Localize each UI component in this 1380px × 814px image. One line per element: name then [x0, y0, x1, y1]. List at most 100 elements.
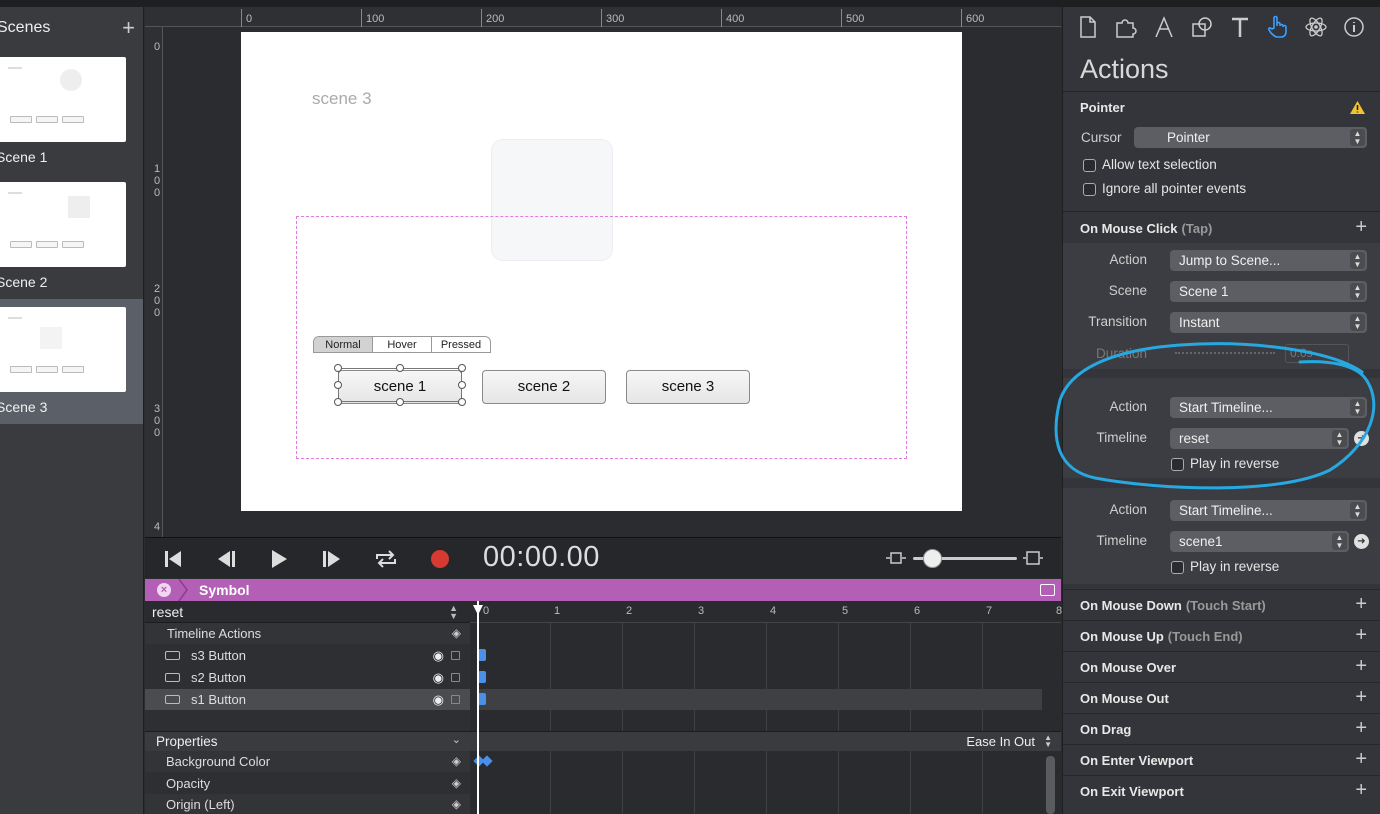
state-tab-normal[interactable]: Normal [314, 337, 373, 352]
duration-slider[interactable] [1175, 352, 1275, 354]
scene-list-item[interactable]: Scene 3 [0, 299, 143, 424]
add-event-button[interactable]: + [1355, 686, 1367, 709]
resize-handle[interactable] [458, 364, 466, 372]
close-symbol-button[interactable]: × [157, 583, 171, 597]
add-event-button[interactable]: + [1355, 624, 1367, 647]
event-row-mouse-up[interactable]: On Mouse Up (Touch End) + [1063, 620, 1380, 651]
resize-handle[interactable] [458, 381, 466, 389]
event-row-enter-viewport[interactable]: On Enter Viewport + [1063, 744, 1380, 775]
chevron-down-icon[interactable]: ⌄ [452, 733, 461, 746]
go-to-timeline-icon[interactable]: ➜ [1354, 534, 1369, 549]
resize-handle[interactable] [396, 364, 404, 372]
shapes-icon[interactable] [1183, 10, 1221, 44]
allow-text-checkbox[interactable] [1083, 159, 1096, 172]
info-icon[interactable] [1335, 10, 1373, 44]
add-keyframe-icon[interactable]: ◈ [452, 773, 461, 794]
resize-handle[interactable] [334, 381, 342, 389]
event-row-mouse-over[interactable]: On Mouse Over + [1063, 651, 1380, 682]
state-tab-hover[interactable]: Hover [373, 337, 432, 352]
go-to-timeline-icon[interactable]: ➜ [1354, 431, 1369, 446]
resize-handle[interactable] [334, 398, 342, 406]
add-keyframe-icon[interactable]: ◈ [452, 623, 461, 644]
add-keyframe-icon[interactable]: ◈ [452, 751, 461, 772]
add-event-button[interactable]: + [1355, 593, 1367, 616]
lock-icon[interactable] [451, 695, 460, 704]
keyframe[interactable] [478, 671, 486, 683]
timeline-selector[interactable]: reset ▲ ▼ [145, 601, 470, 623]
resize-handle[interactable] [334, 364, 342, 372]
event-row-mouse-out[interactable]: On Mouse Out + [1063, 682, 1380, 713]
timeline-layer-row[interactable]: s3 Button ◉ [145, 645, 470, 666]
atom-icon[interactable] [1297, 10, 1335, 44]
zoom-slider-knob[interactable] [923, 549, 942, 568]
properties-header[interactable]: Properties ⌄ [145, 731, 470, 751]
zoom-in-icon[interactable] [1022, 550, 1044, 566]
transition-select[interactable]: Instant ▲ ▼ [1170, 312, 1367, 333]
scene-list-item[interactable]: Scene 1 [0, 49, 143, 174]
add-scene-button[interactable]: + [122, 15, 135, 41]
timeline-actions-row[interactable]: Timeline Actions ◈ [145, 623, 470, 644]
windows-icon[interactable] [1040, 584, 1055, 596]
resize-handle[interactable] [396, 398, 404, 406]
visibility-eye-icon[interactable]: ◉ [433, 645, 444, 666]
timeline-ruler[interactable]: 0 1 2 3 4 5 6 7 8 [470, 601, 1062, 623]
timeline-layer-row[interactable]: s2 Button ◉ [145, 667, 470, 688]
loop-icon[interactable] [371, 546, 401, 572]
action-select[interactable]: Start Timeline... ▲ ▼ [1170, 500, 1367, 521]
document-icon[interactable] [1069, 10, 1107, 44]
timeline-tracks[interactable]: 0 1 2 3 4 5 6 7 8 Ease In Out ▲ ▼ [470, 601, 1062, 814]
property-row[interactable]: Origin (Left) ◈ [145, 794, 470, 814]
scene-2-button[interactable]: scene 2 [482, 370, 606, 404]
add-keyframe-icon[interactable]: ◈ [452, 794, 461, 814]
text-icon[interactable] [1221, 10, 1259, 44]
scene-stage[interactable]: scene 3 Normal Hover Pressed scene 1 sce… [241, 32, 962, 511]
add-event-button[interactable]: + [1355, 779, 1367, 802]
keyframe[interactable] [481, 755, 493, 767]
event-row-mouse-down[interactable]: On Mouse Down (Touch Start) + [1063, 589, 1380, 620]
updown-icon[interactable]: ▲ ▼ [1044, 734, 1052, 749]
ignore-events-checkbox[interactable] [1083, 183, 1096, 196]
pen-icon[interactable] [1145, 10, 1183, 44]
add-action-button[interactable]: + [1355, 216, 1367, 239]
visibility-eye-icon[interactable]: ◉ [433, 667, 444, 688]
duration-field[interactable]: 0.0s [1285, 344, 1349, 363]
playhead[interactable] [477, 601, 479, 814]
step-forward-icon[interactable] [317, 546, 347, 572]
play-reverse-checkbox[interactable] [1171, 458, 1184, 471]
skip-to-start-icon[interactable] [158, 546, 188, 572]
scene-3-button[interactable]: scene 3 [626, 370, 750, 404]
scene-heading-text[interactable]: scene 3 [312, 89, 372, 109]
easing-selector[interactable]: Ease In Out [966, 734, 1035, 749]
play-icon[interactable] [264, 546, 294, 572]
property-row[interactable]: Background Color ◈ [145, 751, 470, 772]
event-row-exit-viewport[interactable]: On Exit Viewport + [1063, 775, 1380, 806]
record-icon[interactable] [425, 546, 455, 572]
step-back-icon[interactable] [211, 546, 241, 572]
visibility-eye-icon[interactable]: ◉ [433, 689, 444, 710]
add-event-button[interactable]: + [1355, 748, 1367, 771]
property-row[interactable]: Opacity ◈ [145, 773, 470, 794]
action-select[interactable]: Start Timeline... ▲ ▼ [1170, 397, 1367, 418]
resize-handle[interactable] [458, 398, 466, 406]
cursor-select[interactable]: Pointer ▲ ▼ [1134, 127, 1367, 148]
vertical-scrollbar[interactable] [1046, 756, 1055, 814]
add-event-button[interactable]: + [1355, 655, 1367, 678]
state-tab-pressed[interactable]: Pressed [432, 337, 490, 352]
keyframe[interactable] [478, 649, 486, 661]
add-event-button[interactable]: + [1355, 717, 1367, 740]
scene-select[interactable]: Scene 1 ▲ ▼ [1170, 281, 1367, 302]
play-reverse-checkbox[interactable] [1171, 561, 1184, 574]
timeline-select[interactable]: reset ▲ ▼ [1170, 428, 1349, 449]
action-select[interactable]: Jump to Scene... ▲ ▼ [1170, 250, 1367, 271]
lock-icon[interactable] [451, 651, 460, 660]
timeline-select[interactable]: scene1 ▲ ▼ [1170, 531, 1349, 552]
scene-list-item[interactable]: Scene 2 [0, 174, 143, 299]
puzzle-icon[interactable] [1107, 10, 1145, 44]
warning-icon[interactable] [1349, 100, 1366, 115]
lock-icon[interactable] [451, 673, 460, 682]
hand-pointer-icon[interactable] [1259, 10, 1297, 44]
keyframe[interactable] [478, 693, 486, 705]
zoom-out-icon[interactable] [885, 550, 907, 566]
timeline-layer-row[interactable]: s1 Button ◉ [145, 689, 470, 710]
event-row-drag[interactable]: On Drag + [1063, 713, 1380, 744]
